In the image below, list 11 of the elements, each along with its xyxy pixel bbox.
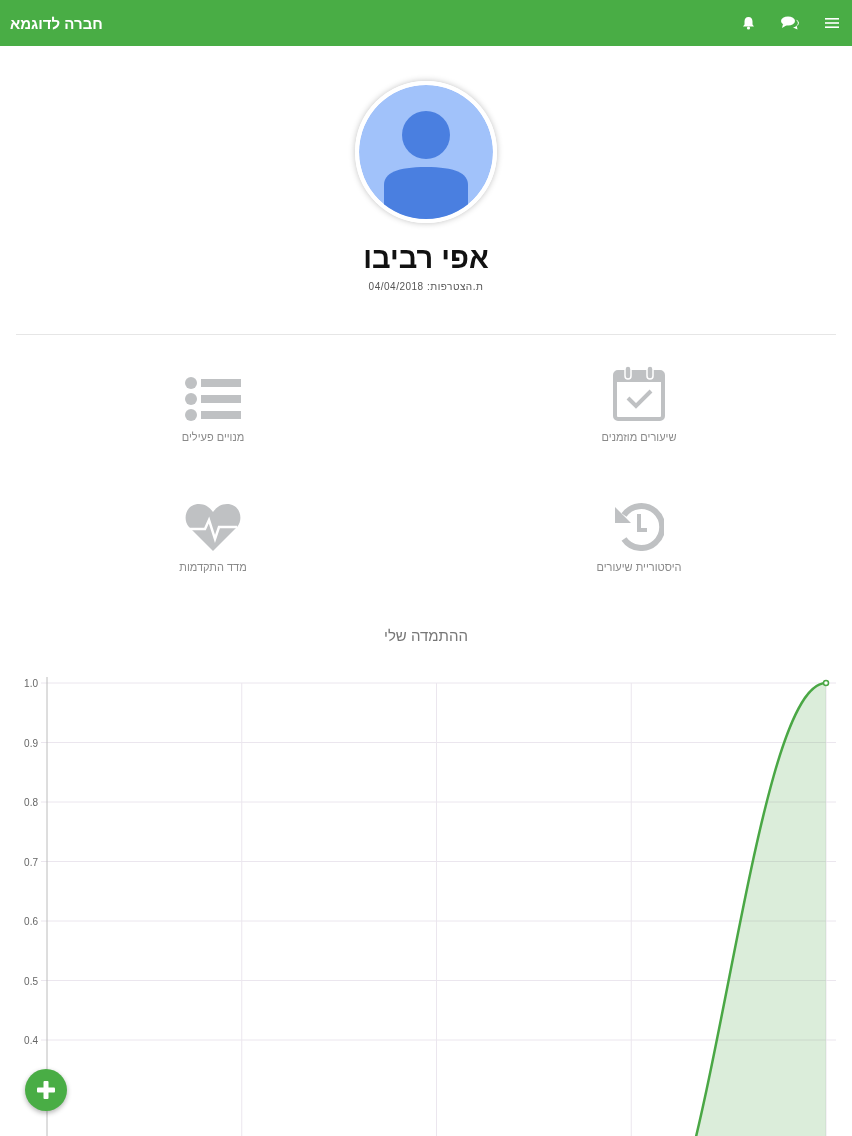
axis-tick-label: 0.5: [24, 975, 38, 987]
axis-tick-label: 1.0: [24, 678, 38, 689]
join-date: ת.הצטרפות: 04/04/2018: [368, 281, 484, 292]
axis-tick-label: 0.9: [24, 737, 38, 749]
user-name: אפי רביבו: [363, 241, 489, 275]
axis-tick-label: 0.7: [24, 856, 38, 868]
company-title: חברה לדוגמא: [10, 14, 103, 32]
chart-title: ההתמדה שלי: [383, 627, 469, 644]
axis-tick-label: 0.6: [24, 916, 38, 927]
axis-tick-label: 0.4: [24, 1035, 38, 1046]
axis-tick-label: 0.8: [24, 797, 38, 808]
